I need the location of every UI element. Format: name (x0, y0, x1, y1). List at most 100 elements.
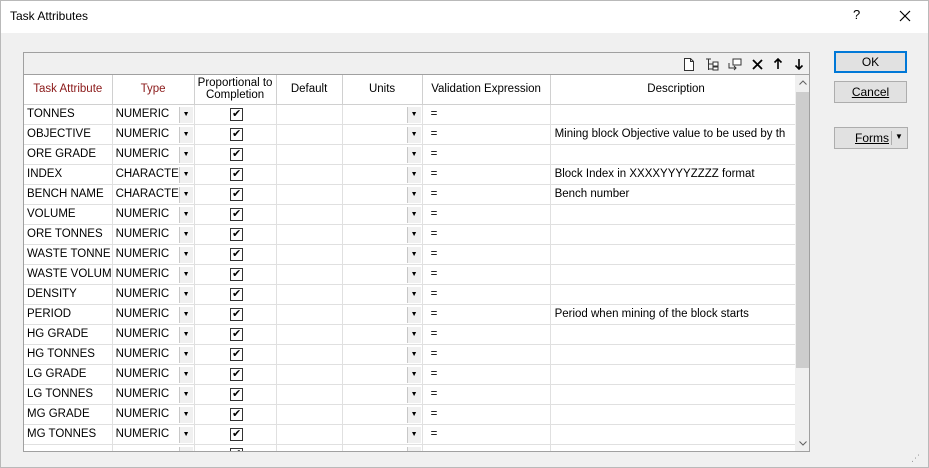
cell-type[interactable]: NUMERIC ▼ (112, 204, 195, 225)
cell-validation[interactable]: = (422, 324, 551, 345)
cell-validation[interactable]: = (422, 424, 551, 445)
units-dropdown-icon[interactable]: ▼ (406, 386, 421, 403)
table-row[interactable]: LG GRADE NUMERIC ▼ ✔ ▼ = (24, 364, 803, 385)
type-dropdown-icon[interactable]: ▼ (178, 326, 193, 343)
cell-attribute[interactable]: INDEX (24, 164, 113, 185)
cell-description[interactable] (550, 264, 803, 285)
cell-units[interactable]: ▼ (342, 224, 423, 245)
cell-description[interactable] (550, 244, 803, 265)
cell-validation[interactable]: = (422, 404, 551, 425)
resize-grip-icon[interactable]: ⋰ (911, 453, 920, 464)
cell-type[interactable]: NUMERIC ▼ (112, 244, 195, 265)
cell-attribute[interactable]: MG TONNES (24, 424, 113, 445)
proportional-checkbox[interactable]: ✔ (230, 107, 244, 121)
col-task-attribute[interactable]: Task Attribute (24, 75, 113, 105)
col-type[interactable]: Type (112, 75, 195, 105)
proportional-checkbox[interactable]: ✔ (230, 147, 244, 161)
cell-validation[interactable]: = (422, 284, 551, 305)
table-row[interactable]: TONNES NUMERIC ▼ ✔ ▼ = (24, 104, 803, 125)
cell-attribute[interactable]: ORE TONNES (24, 224, 113, 245)
cell-default[interactable] (276, 224, 343, 245)
cell-validation[interactable]: = (422, 244, 551, 265)
cell-validation[interactable]: = (422, 164, 551, 185)
cell-units[interactable]: ▼ (342, 304, 423, 325)
cell-attribute[interactable]: TONNES (24, 104, 113, 125)
cell-description[interactable] (550, 404, 803, 425)
delete-row-icon[interactable] (749, 56, 765, 72)
cell-validation[interactable]: = (422, 304, 551, 325)
cell-default[interactable] (276, 244, 343, 265)
cell-description[interactable] (550, 104, 803, 125)
move-up-icon[interactable] (770, 56, 786, 72)
cell-default[interactable] (276, 364, 343, 385)
cell-default[interactable] (276, 164, 343, 185)
cell-units[interactable]: ▼ (342, 124, 423, 145)
proportional-checkbox[interactable]: ✔ (230, 287, 244, 301)
cell-default[interactable] (276, 284, 343, 305)
type-dropdown-icon[interactable]: ▼ (178, 226, 193, 243)
cell-units[interactable]: ▼ (342, 284, 423, 305)
col-units[interactable]: Units (342, 75, 423, 105)
table-row[interactable]: LG TONNES NUMERIC ▼ ✔ ▼ = (24, 384, 803, 405)
cell-default[interactable] (276, 304, 343, 325)
cell-proportional[interactable]: ✔ (194, 404, 277, 425)
cell-units[interactable]: ▼ (342, 184, 423, 205)
cell-description[interactable] (550, 144, 803, 165)
cell-description[interactable] (550, 324, 803, 345)
proportional-checkbox[interactable]: ✔ (230, 207, 244, 221)
units-dropdown-icon[interactable]: ▼ (406, 306, 421, 323)
cell-attribute[interactable]: MG GRADE (24, 404, 113, 425)
cell-validation[interactable]: = (422, 204, 551, 225)
move-down-icon[interactable] (791, 56, 807, 72)
cell-description[interactable] (550, 444, 803, 451)
type-dropdown-icon[interactable]: ▼ (178, 266, 193, 283)
cell-type[interactable]: NUMERIC ▼ (112, 384, 195, 405)
table-row[interactable]: BENCH NAME CHARACTEF ▼ ✔ ▼ = Bench number (24, 184, 803, 205)
proportional-checkbox[interactable]: ✔ (230, 367, 244, 381)
table-row[interactable]: ▼ ✔ ▼ (24, 444, 803, 451)
cell-attribute[interactable]: PERIOD (24, 304, 113, 325)
cell-default[interactable] (276, 424, 343, 445)
cell-proportional[interactable]: ✔ (194, 364, 277, 385)
cell-proportional[interactable]: ✔ (194, 304, 277, 325)
col-proportional[interactable]: Proportional to Completion (194, 75, 277, 105)
cell-units[interactable]: ▼ (342, 424, 423, 445)
table-row[interactable]: HG TONNES NUMERIC ▼ ✔ ▼ = (24, 344, 803, 365)
cell-attribute[interactable]: DENSITY (24, 284, 113, 305)
cell-description[interactable]: Period when mining of the block starts (550, 304, 803, 325)
cell-proportional[interactable]: ✔ (194, 224, 277, 245)
forms-button[interactable]: Forms ▼ (834, 127, 908, 149)
units-dropdown-icon[interactable]: ▼ (406, 446, 421, 451)
scroll-thumb[interactable] (796, 92, 809, 368)
cell-proportional[interactable]: ✔ (194, 244, 277, 265)
cell-proportional[interactable]: ✔ (194, 104, 277, 125)
cell-default[interactable] (276, 264, 343, 285)
units-dropdown-icon[interactable]: ▼ (406, 206, 421, 223)
cell-units[interactable]: ▼ (342, 344, 423, 365)
cell-description[interactable] (550, 364, 803, 385)
close-icon[interactable] (891, 5, 919, 27)
units-dropdown-icon[interactable]: ▼ (406, 406, 421, 423)
cell-type[interactable]: ▼ (112, 444, 195, 451)
table-row[interactable]: ORE GRADE NUMERIC ▼ ✔ ▼ = (24, 144, 803, 165)
cell-units[interactable]: ▼ (342, 204, 423, 225)
cell-type[interactable]: NUMERIC ▼ (112, 304, 195, 325)
scroll-up-icon[interactable] (795, 75, 809, 90)
type-dropdown-icon[interactable]: ▼ (178, 206, 193, 223)
proportional-checkbox[interactable]: ✔ (230, 227, 244, 241)
units-dropdown-icon[interactable]: ▼ (406, 266, 421, 283)
cell-units[interactable]: ▼ (342, 324, 423, 345)
insert-above-icon[interactable] (727, 56, 743, 72)
cell-units[interactable]: ▼ (342, 364, 423, 385)
cell-description[interactable] (550, 204, 803, 225)
table-row[interactable]: MG TONNES NUMERIC ▼ ✔ ▼ = (24, 424, 803, 445)
cell-validation[interactable]: = (422, 364, 551, 385)
cell-units[interactable]: ▼ (342, 444, 423, 451)
type-dropdown-icon[interactable]: ▼ (178, 446, 193, 451)
proportional-checkbox[interactable]: ✔ (230, 187, 244, 201)
cell-type[interactable]: NUMERIC ▼ (112, 264, 195, 285)
type-dropdown-icon[interactable]: ▼ (178, 146, 193, 163)
units-dropdown-icon[interactable]: ▼ (406, 366, 421, 383)
cell-description[interactable]: Bench number (550, 184, 803, 205)
cell-default[interactable] (276, 124, 343, 145)
